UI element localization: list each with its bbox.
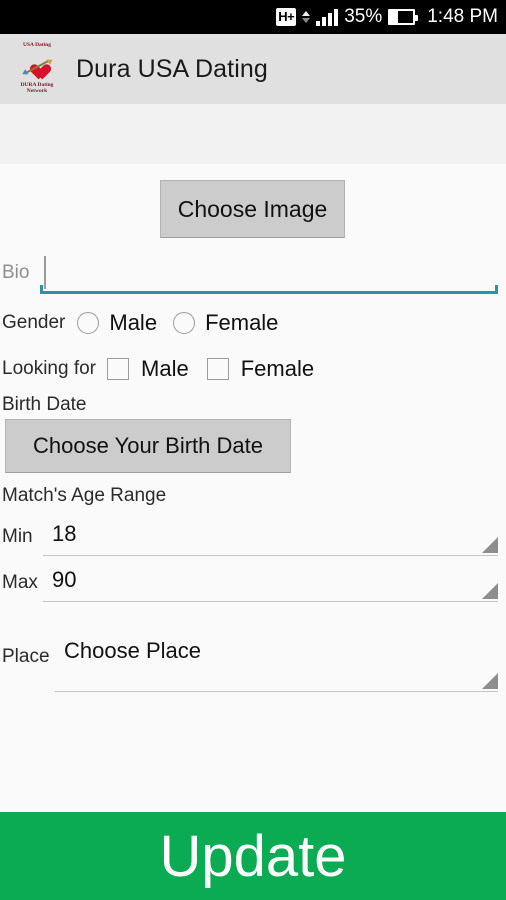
chevron-down-icon (482, 583, 498, 599)
min-age-value: 18 (52, 521, 77, 546)
max-age-label: Max (2, 572, 38, 593)
form-container: Choose Image Bio Gender Male Female Look… (0, 104, 506, 812)
max-age-value: 90 (52, 567, 77, 592)
spinner-underline (43, 555, 498, 556)
gender-option-female-label: Female (205, 310, 279, 335)
status-bar: H+ 35% 1:48 PM (0, 0, 506, 34)
signal-bar-2 (322, 16, 327, 26)
bio-focus-underline (40, 285, 498, 294)
update-button[interactable]: Update (0, 812, 506, 900)
choose-image-button[interactable]: Choose Image (160, 180, 345, 238)
signal-bar-1 (316, 20, 321, 26)
max-age-row: Max 90 (0, 562, 506, 602)
looking-for-label: Looking for (2, 358, 97, 379)
place-value: Choose Place (64, 638, 201, 663)
looking-for-option-female-label: Female (240, 356, 315, 381)
place-row: Place Choose Place (0, 628, 506, 700)
text-caret (44, 256, 46, 289)
looking-for-row: Looking for Male Female (2, 356, 332, 382)
place-spinner[interactable]: Choose Place (55, 628, 498, 700)
app-toolbar: USA Dating DURA Dating Network Dura USA … (0, 34, 506, 104)
gender-radio-male[interactable] (77, 312, 100, 334)
bio-input[interactable] (40, 252, 498, 294)
looking-for-checkbox-female[interactable] (206, 358, 229, 380)
min-age-label: Min (2, 526, 33, 547)
bio-label: Bio (2, 262, 30, 283)
data-down-arrow-icon (302, 18, 311, 23)
gender-radio-female[interactable] (173, 312, 196, 334)
logo-top-caption: USA Dating (23, 42, 51, 48)
looking-for-checkbox-male[interactable] (107, 358, 130, 380)
battery-percent-label: 35% (344, 6, 383, 27)
gender-label: Gender (2, 312, 66, 333)
status-bar-clock: 1:48 PM (427, 6, 498, 27)
battery-icon (388, 9, 419, 25)
page-title: Dura USA Dating (76, 54, 268, 83)
min-age-row: Min 18 (0, 516, 506, 556)
logo-bottom-caption: DURA Dating Network (20, 82, 54, 95)
place-label: Place (2, 646, 50, 667)
hspa-plus-icon: H+ (276, 8, 297, 26)
data-up-arrow-icon (302, 11, 311, 16)
battery-fill (390, 11, 399, 23)
looking-for-option-male-label: Male (141, 356, 189, 381)
app-screen: H+ 35% 1:48 PM USA Dating DURA Dating Ne… (0, 0, 506, 900)
birth-date-label: Birth Date (2, 394, 87, 415)
signal-bar-3 (328, 12, 333, 26)
bio-row: Bio (0, 252, 506, 296)
spinner-underline (55, 691, 498, 692)
gender-row: Gender Male Female (2, 310, 294, 336)
app-logo: USA Dating DURA Dating Network (14, 41, 60, 97)
age-range-label: Match's Age Range (2, 485, 167, 506)
top-band (0, 104, 506, 164)
chevron-down-icon (482, 673, 498, 689)
spinner-underline (43, 601, 498, 602)
data-arrows-icon (302, 7, 311, 27)
gender-option-male-label: Male (109, 310, 158, 335)
chevron-down-icon (482, 537, 498, 553)
min-age-spinner[interactable]: 18 (43, 516, 498, 556)
signal-bar-4 (334, 8, 339, 26)
max-age-spinner[interactable]: 90 (43, 562, 498, 602)
heart-with-arrow-icon (20, 55, 55, 77)
signal-bars-icon (316, 8, 339, 26)
choose-birth-date-button[interactable]: Choose Your Birth Date (5, 419, 291, 473)
